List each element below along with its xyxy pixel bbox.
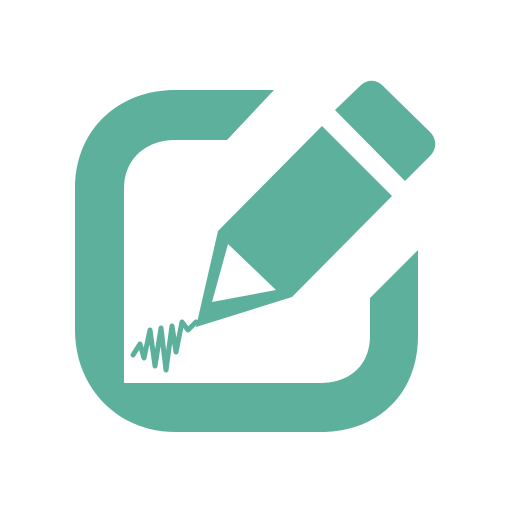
scribble-line-icon [130, 319, 199, 373]
app-icon-canvas [0, 0, 512, 512]
pencil-body-icon [196, 126, 392, 327]
edit-document-icon [75, 80, 436, 432]
